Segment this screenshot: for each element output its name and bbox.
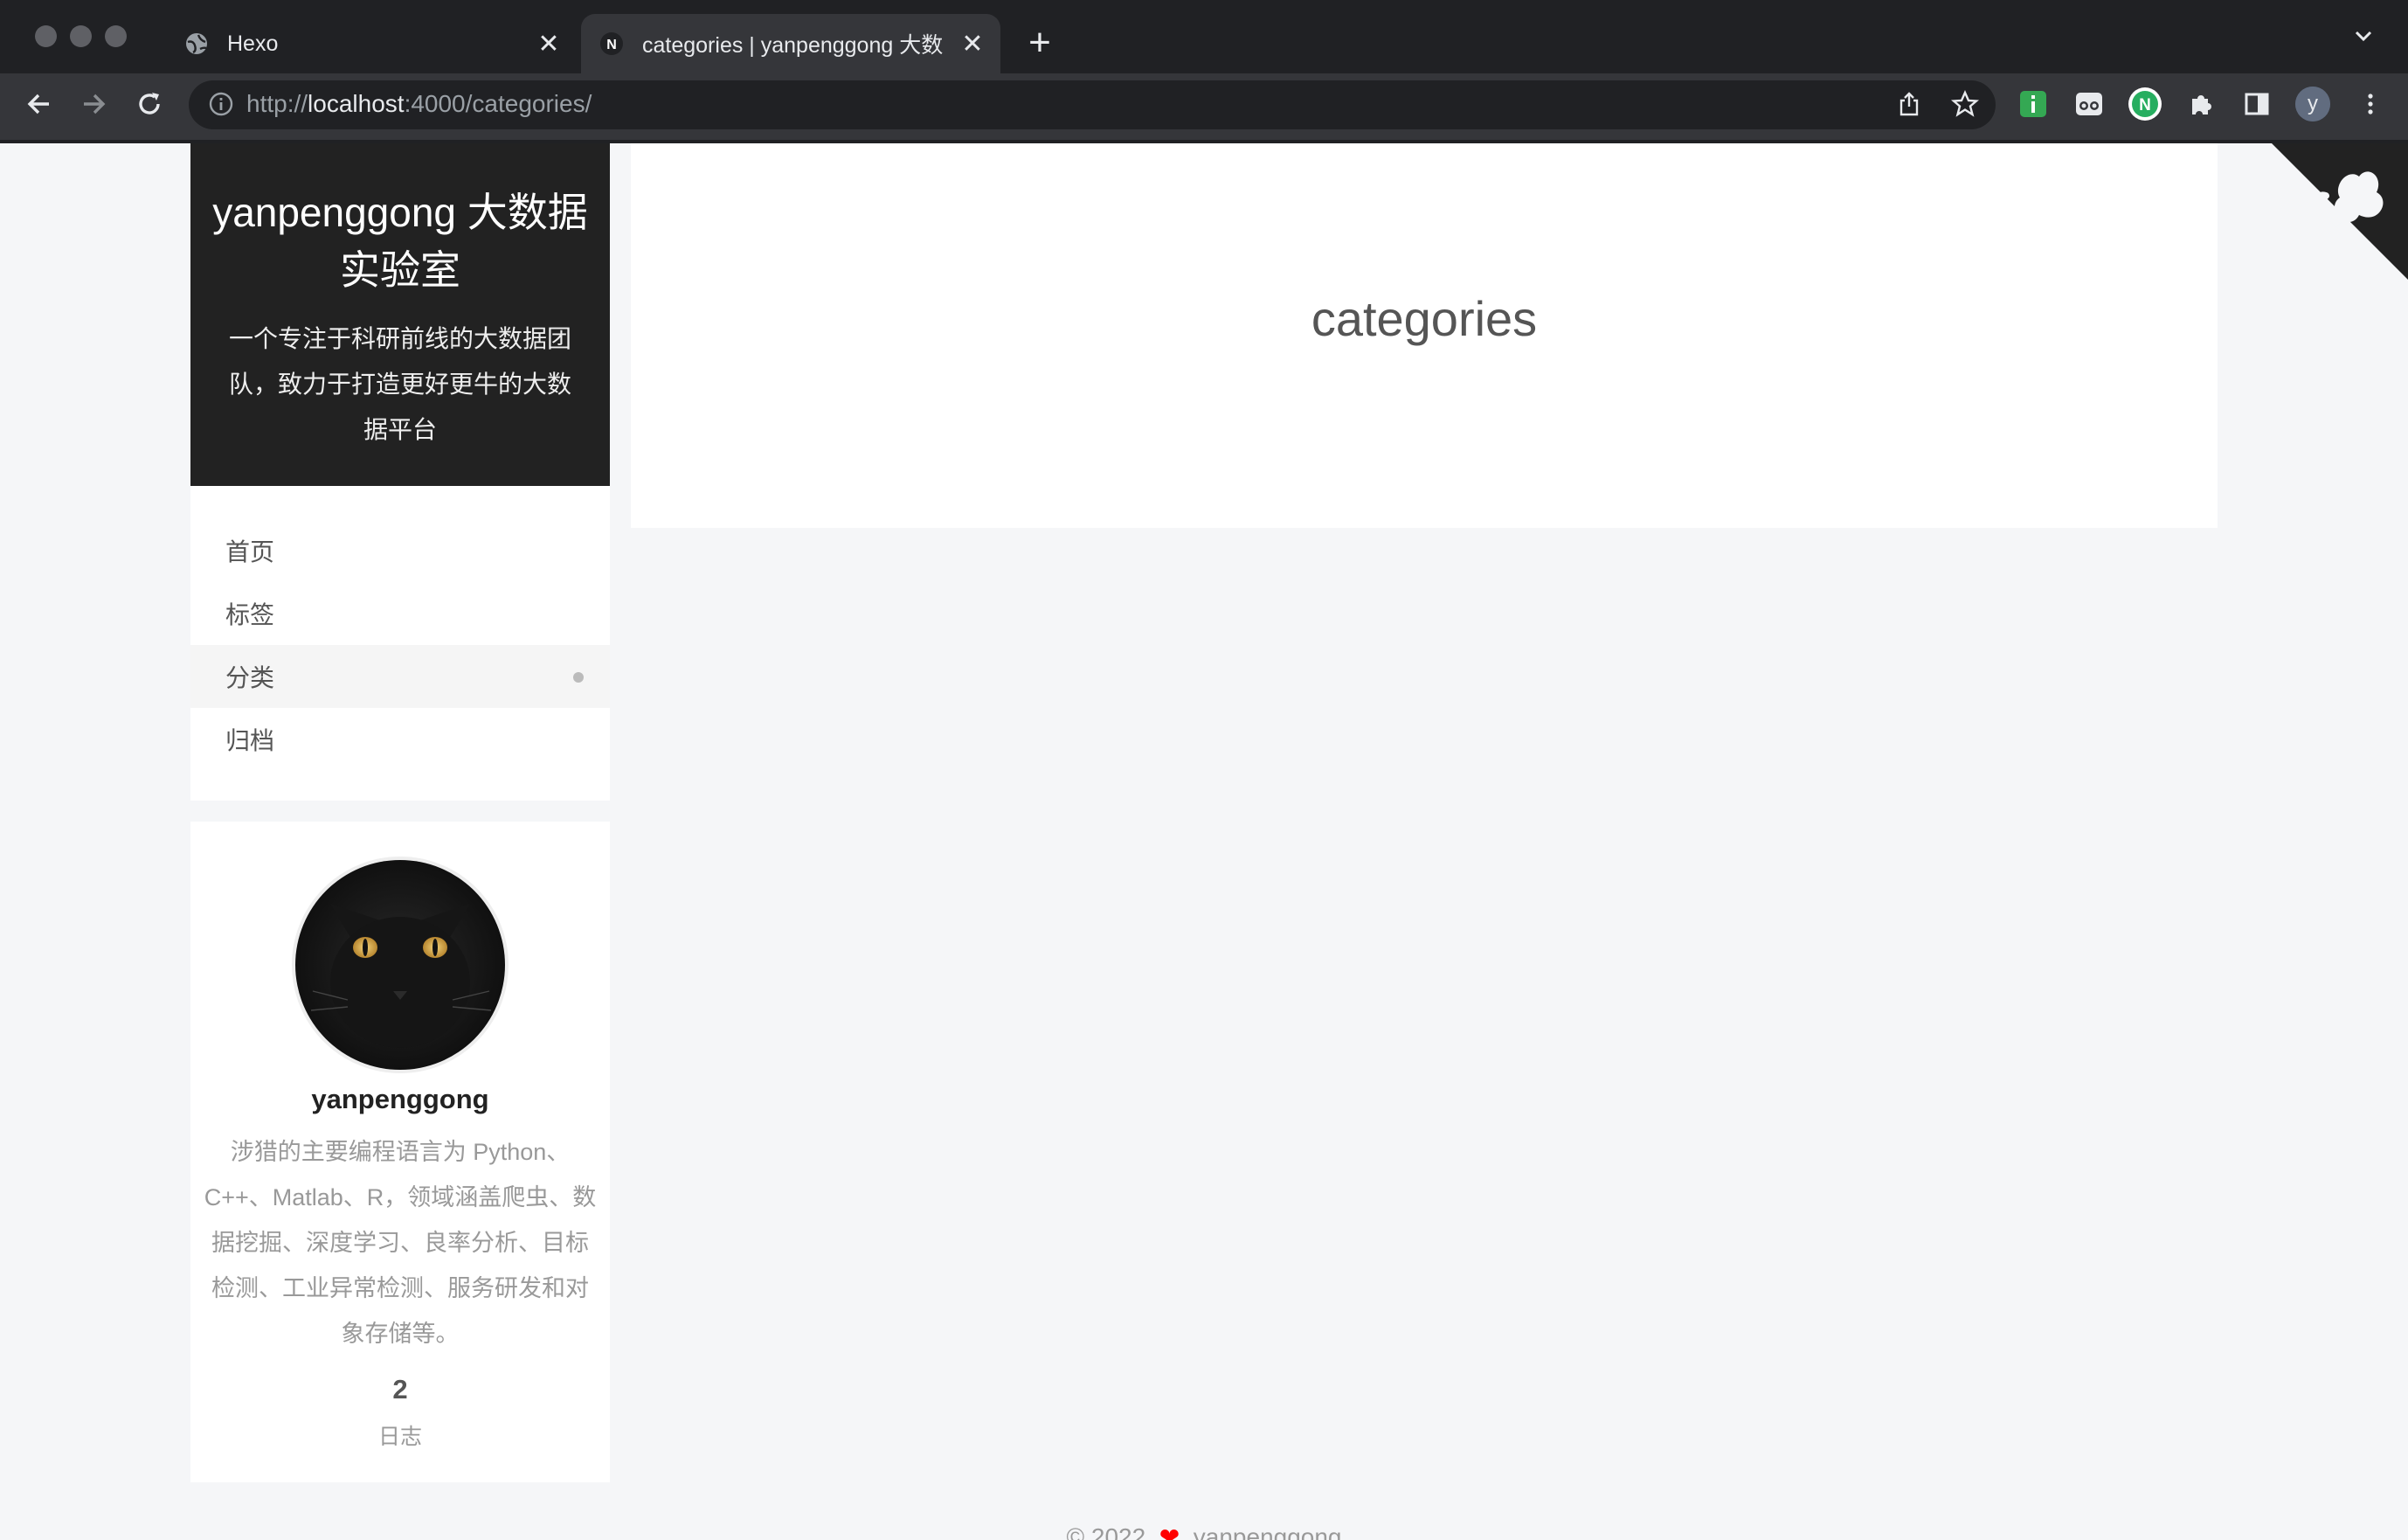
active-dot-icon: [573, 672, 584, 683]
site-footer: © 2022 ❤ yanpenggong: [0, 1523, 2408, 1540]
site-brand: yanpenggong 大数据实验室 一个专注于科研前线的大数据团队，致力于打造…: [190, 143, 610, 486]
url-text[interactable]: http://localhost:4000/categories/: [246, 90, 592, 118]
extensions-puzzle-icon[interactable]: [2183, 86, 2219, 122]
author-avatar: [292, 857, 509, 1073]
profile-initial: y: [2308, 92, 2318, 115]
posts-count-label[interactable]: 日志: [190, 1419, 610, 1451]
globe-icon: [183, 31, 210, 57]
site-title[interactable]: yanpenggong 大数据实验室: [190, 184, 610, 299]
bookmark-star-icon[interactable]: [1947, 86, 1983, 122]
side-panel-icon[interactable]: [2238, 86, 2275, 122]
back-button[interactable]: [19, 84, 59, 124]
browser-tab-categories[interactable]: N categories | yanpenggong 大数 ✕: [581, 14, 1000, 73]
menu-item-home[interactable]: 首页: [190, 519, 610, 582]
new-tab-button[interactable]: +: [1021, 21, 1059, 65]
author-profile: yanpenggong 涉猎的主要编程语言为 Python、C++、Matlab…: [190, 822, 610, 1482]
window-close-button[interactable]: [35, 25, 57, 47]
close-icon[interactable]: ✕: [531, 29, 566, 59]
browser-tab-strip: Hexo ✕ N categories | yanpenggong 大数 ✕ +: [0, 0, 2408, 73]
window-minimize-button[interactable]: [70, 25, 92, 47]
tab-title: Hexo: [227, 31, 279, 56]
forward-button[interactable]: [73, 84, 114, 124]
author-name: yanpenggong: [311, 1084, 489, 1114]
footer-author: yanpenggong: [1193, 1523, 1342, 1540]
window-zoom-button[interactable]: [105, 25, 127, 47]
footer-copyright: © 2022: [1066, 1523, 1146, 1540]
posts-count[interactable]: 2: [190, 1374, 610, 1405]
menu-item-label: 归档: [225, 727, 275, 754]
url-host: localhost: [308, 90, 405, 117]
menu-item-label: 标签: [225, 601, 275, 628]
url-scheme: http://: [246, 90, 308, 117]
page-title: categories: [1311, 291, 1538, 346]
menu-item-label: 分类: [225, 664, 275, 691]
menu-item-archives[interactable]: 归档: [190, 708, 610, 771]
svg-text:N: N: [2139, 96, 2151, 114]
profile-avatar-button[interactable]: y: [2294, 86, 2331, 122]
heart-icon: ❤: [1152, 1523, 1187, 1540]
green-extension-icon[interactable]: [2015, 86, 2052, 122]
info-icon[interactable]: [201, 84, 241, 124]
site-nav-menu: 首页 标签 分类 归档: [190, 486, 610, 801]
close-icon[interactable]: ✕: [955, 29, 990, 59]
chevron-down-icon[interactable]: [2352, 24, 2375, 53]
tab-title: categories | yanpenggong 大数: [642, 33, 944, 58]
reload-button[interactable]: [129, 84, 170, 124]
menu-item-label: 首页: [225, 538, 275, 565]
reader-extension-icon[interactable]: [2071, 86, 2107, 122]
svg-text:N: N: [606, 38, 617, 52]
menu-item-tags[interactable]: 标签: [190, 582, 610, 645]
main-content: categories: [631, 143, 2218, 528]
site-subtitle: 一个专注于科研前线的大数据团队，致力于打造更好更牛的大数据平台: [228, 325, 571, 443]
menu-item-categories[interactable]: 分类: [190, 645, 610, 708]
share-icon[interactable]: [1891, 86, 1927, 122]
kebab-menu-icon[interactable]: [2352, 86, 2389, 122]
author-description: 涉猎的主要编程语言为 Python、C++、Matlab、R，领域涵盖爬虫、数据…: [204, 1139, 597, 1347]
nuxt-extension-icon[interactable]: N: [2127, 86, 2163, 122]
n-favicon-icon: N: [599, 31, 625, 57]
github-corner-link[interactable]: [2272, 143, 2408, 280]
browser-tab-hexo[interactable]: Hexo ✕: [166, 14, 577, 73]
url-path: :4000/categories/: [404, 90, 592, 117]
